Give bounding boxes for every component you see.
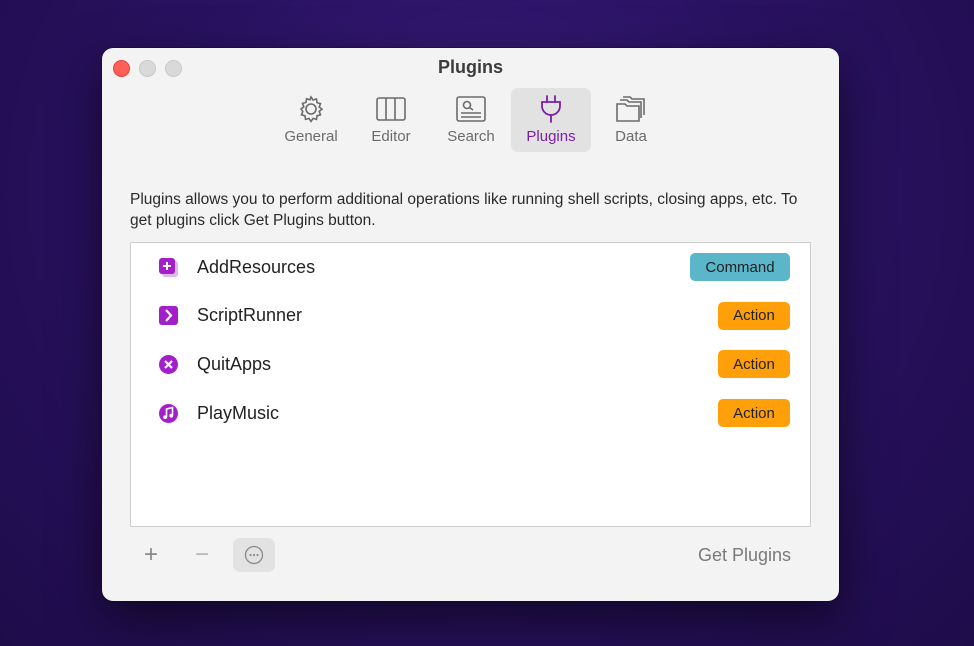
ellipsis-circle-icon (244, 545, 264, 565)
tab-editor-label: Editor (371, 128, 411, 145)
tab-editor[interactable]: Editor (351, 88, 431, 152)
plugin-type-badge: Action (718, 350, 790, 379)
gear-icon (299, 95, 324, 123)
plugins-description: Plugins allows you to perform additional… (130, 191, 798, 229)
tab-plugins[interactable]: Plugins (511, 88, 591, 152)
music-note-icon (159, 403, 178, 423)
get-plugins-button[interactable]: Get Plugins (698, 545, 791, 566)
search-window-icon (456, 96, 486, 122)
window-title: Plugins (437, 57, 503, 77)
plugin-row-quitapps[interactable]: QuitApps Action (131, 340, 810, 389)
tab-general[interactable]: General (271, 88, 351, 152)
plugin-type-badge: Command (690, 253, 790, 282)
tab-search[interactable]: Search (431, 88, 511, 152)
plugin-name: AddResources (197, 256, 316, 277)
plugins-list[interactable]: AddResources Command ScriptRunner Action… (130, 242, 811, 527)
preferences-toolbar: General Editor Search Plugins Data (271, 88, 671, 152)
plugin-name: QuitApps (197, 353, 272, 374)
chevron-square-icon (159, 306, 178, 326)
more-options-button[interactable] (233, 538, 275, 572)
add-plugin-button[interactable]: + (130, 538, 172, 572)
tab-data[interactable]: Data (591, 88, 671, 152)
preferences-window: Plugins General Editor Search Plugins Da… (102, 48, 839, 601)
plugin-type-badge: Action (718, 399, 790, 428)
x-circle-icon (159, 354, 178, 374)
plug-icon (541, 95, 561, 123)
bottom-bar: + − Get Plugins (130, 538, 811, 574)
tab-general-label: General (284, 128, 338, 145)
plugin-row-addresources[interactable]: AddResources Command (131, 243, 810, 292)
columns-icon (376, 97, 406, 121)
tab-search-label: Search (447, 128, 495, 145)
plugin-row-playmusic[interactable]: PlayMusic Action (131, 389, 810, 438)
plus-square-icon (159, 257, 178, 277)
remove-plugin-button[interactable]: − (181, 538, 223, 572)
tab-plugins-label: Plugins (526, 128, 576, 145)
plugin-row-scriptrunner[interactable]: ScriptRunner Action (131, 292, 810, 341)
folders-icon (616, 96, 645, 122)
tab-data-label: Data (615, 128, 647, 145)
plugin-type-badge: Action (718, 301, 790, 330)
plugin-name: ScriptRunner (197, 305, 303, 326)
plugin-name: PlayMusic (197, 402, 280, 423)
